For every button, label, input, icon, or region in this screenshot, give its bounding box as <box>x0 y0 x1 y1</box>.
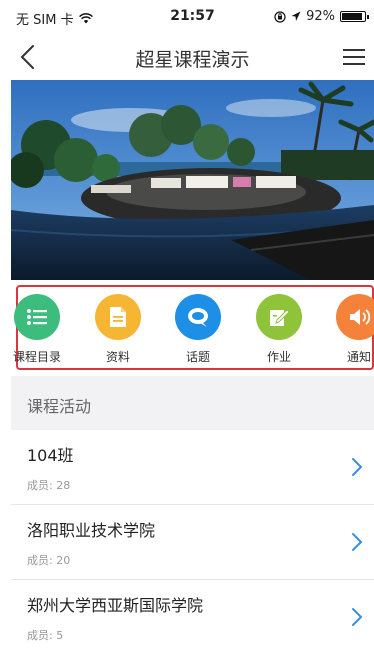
orientation-lock-icon <box>274 10 286 23</box>
page-title: 超星课程演示 <box>135 49 250 71</box>
location-arrow-icon <box>291 11 301 21</box>
navigation-bar: 超星课程演示 <box>11 34 374 80</box>
battery-icon <box>340 11 369 22</box>
hamburger-menu-icon[interactable] <box>342 46 366 68</box>
list-icon <box>14 294 60 340</box>
action-label: 通知 <box>346 350 371 364</box>
section-title: 课程活动 <box>27 397 92 416</box>
action-label: 作业 <box>266 350 291 364</box>
activity-members: 成员: 5 <box>27 629 64 642</box>
list-item[interactable]: 洛阳职业技术学院 成员: 20 <box>11 505 374 580</box>
action-label: 课程目录 <box>12 350 61 364</box>
action-label: 话题 <box>185 350 210 364</box>
activity-members: 成员: 20 <box>27 554 71 567</box>
chevron-right-icon <box>352 533 363 551</box>
app-screen: 无 SIM 卡 21:57 92% 超星课程演示 课程目录 资料 话题 作业 通… <box>11 0 374 649</box>
list-item[interactable]: 郑州大学西亚斯国际学院 成员: 5 <box>11 580 374 649</box>
action-course-catalog[interactable]: 课程目录 <box>11 294 72 365</box>
speaker-icon <box>336 294 374 340</box>
course-banner-image <box>11 80 374 280</box>
status-bar: 无 SIM 卡 21:57 92% <box>11 0 374 34</box>
battery-percent: 92% <box>306 9 335 24</box>
section-header: 课程活动 <box>11 376 374 430</box>
chat-bubble-icon <box>175 294 221 340</box>
activity-name: 郑州大学西亚斯国际学院 <box>27 596 204 615</box>
activity-name: 104班 <box>27 446 74 465</box>
action-notices[interactable]: 通知 <box>324 294 374 365</box>
action-homework[interactable]: 作业 <box>244 294 314 365</box>
activity-name: 洛阳职业技术学院 <box>27 521 156 540</box>
document-icon <box>95 294 141 340</box>
edit-icon <box>256 294 302 340</box>
quick-action-row: 课程目录 资料 话题 作业 通知 <box>13 285 374 370</box>
chevron-right-icon <box>352 458 363 476</box>
action-topics[interactable]: 话题 <box>163 294 233 365</box>
action-materials[interactable]: 资料 <box>83 294 153 365</box>
list-item[interactable]: 104班 成员: 28 <box>11 430 374 505</box>
action-label: 资料 <box>105 350 130 364</box>
activity-members: 成员: 28 <box>27 479 71 492</box>
chevron-right-icon <box>352 608 363 626</box>
